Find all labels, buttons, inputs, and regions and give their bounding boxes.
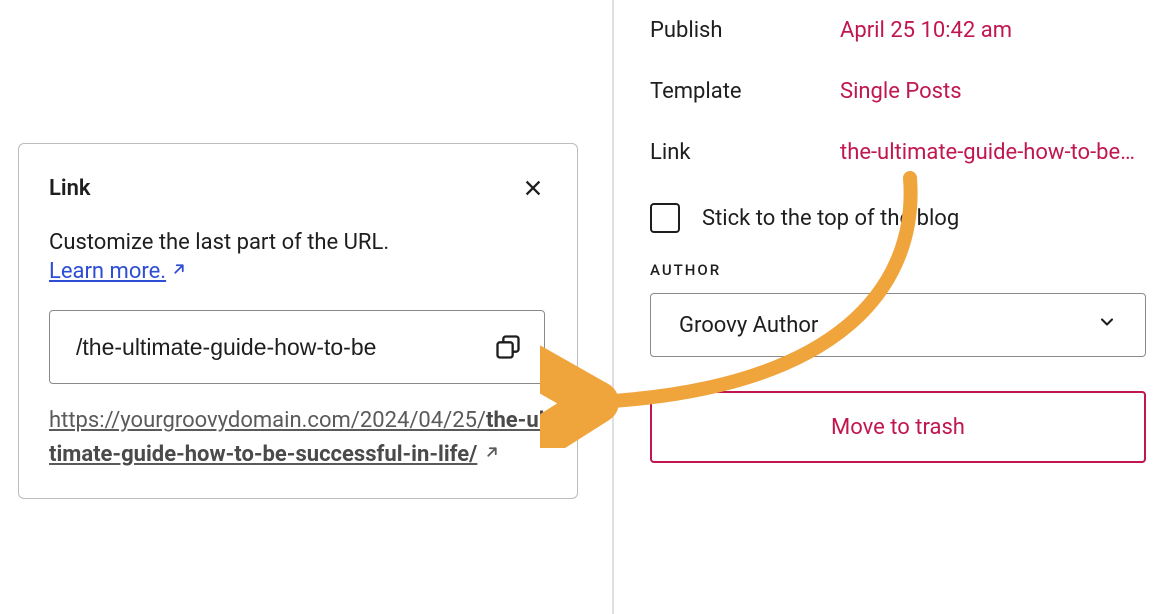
link-label: Link <box>650 140 840 165</box>
sticky-label: Stick to the top of the blog <box>702 206 959 231</box>
link-value: the-ultimate-guide-how-to-be-successful-… <box>840 140 1140 165</box>
copy-icon <box>494 333 522 361</box>
author-select[interactable]: Groovy Author <box>650 293 1146 357</box>
author-section-label: AUTHOR <box>650 261 1156 279</box>
sticky-row[interactable]: Stick to the top of the blog <box>650 183 1156 261</box>
settings-sidebar: Publish April 25 10:42 am Template Singl… <box>612 0 1156 614</box>
slug-input[interactable] <box>76 334 490 361</box>
move-to-trash-button[interactable]: Move to trash <box>650 391 1146 463</box>
link-popover: Link Customize the last part of the URL.… <box>18 143 578 499</box>
trash-label: Move to trash <box>831 415 965 440</box>
link-row[interactable]: Link the-ultimate-guide-how-to-be-succes… <box>650 122 1156 183</box>
template-row[interactable]: Template Single Posts <box>650 61 1156 122</box>
publish-value: April 25 10:42 am <box>840 18 1012 43</box>
external-link-icon <box>483 442 501 467</box>
publish-label: Publish <box>650 18 840 43</box>
close-button[interactable] <box>519 174 547 202</box>
popover-desc: Customize the last part of the URL. <box>49 230 547 255</box>
close-icon <box>522 177 544 199</box>
external-link-icon <box>170 259 188 284</box>
url-prefix: https://yourgroovydomain.com/2024/04/25/ <box>49 408 486 433</box>
publish-row[interactable]: Publish April 25 10:42 am <box>650 0 1156 61</box>
chevron-down-icon <box>1097 312 1117 338</box>
template-label: Template <box>650 79 840 104</box>
full-url-link[interactable]: https://yourgroovydomain.com/2024/04/25/… <box>49 404 547 472</box>
slug-field <box>49 310 545 384</box>
learn-more-text: Learn more. <box>49 259 166 284</box>
sticky-checkbox[interactable] <box>650 203 680 233</box>
author-value: Groovy Author <box>679 313 818 338</box>
learn-more-link[interactable]: Learn more. <box>49 259 188 284</box>
popover-title: Link <box>49 176 91 201</box>
template-value: Single Posts <box>840 79 962 104</box>
copy-button[interactable] <box>490 329 526 365</box>
